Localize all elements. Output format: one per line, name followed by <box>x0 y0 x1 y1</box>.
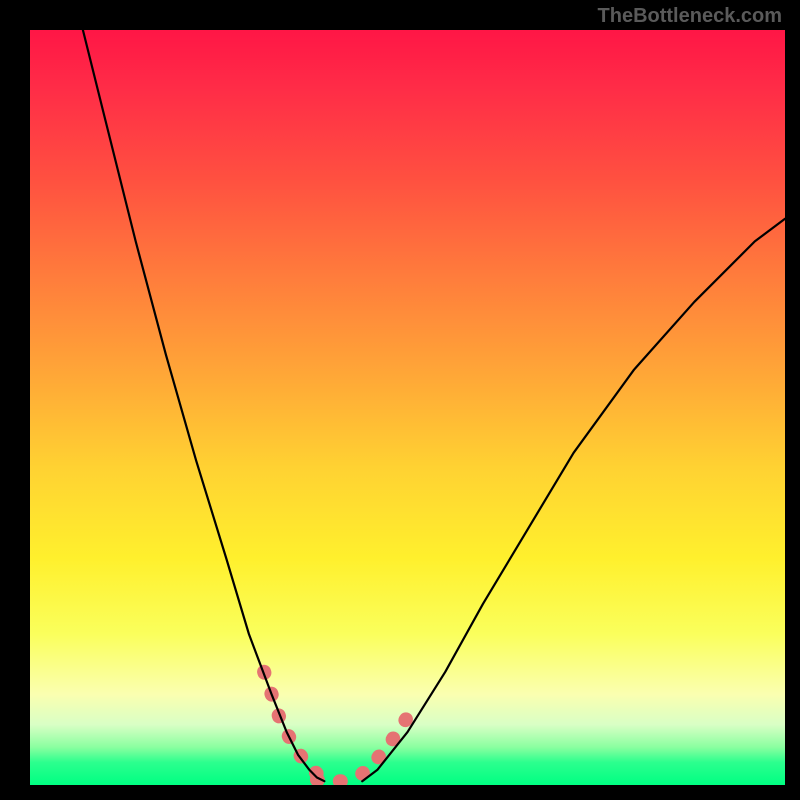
series-left-curve <box>83 30 325 781</box>
curve-lines <box>83 30 785 781</box>
series-left-highlight <box>264 672 317 774</box>
chart-plot-area <box>30 30 785 785</box>
watermark-text: TheBottleneck.com <box>598 5 782 28</box>
series-right-curve <box>362 219 785 781</box>
chart-svg <box>30 30 785 785</box>
series-right-highlight <box>362 717 407 774</box>
